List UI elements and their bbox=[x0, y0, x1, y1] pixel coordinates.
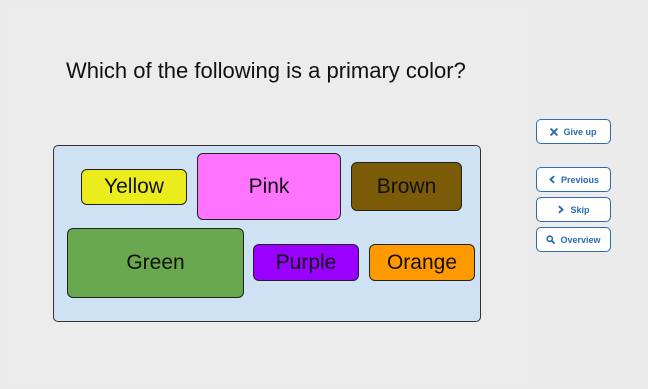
choice-brown[interactable]: Brown bbox=[351, 162, 462, 211]
skip-label: Skip bbox=[570, 204, 590, 215]
answer-choices-area: Yellow Pink Brown Green Purple Orange bbox=[53, 145, 481, 322]
close-icon bbox=[550, 127, 559, 136]
choice-orange[interactable]: Orange bbox=[369, 244, 475, 281]
chevron-right-icon bbox=[558, 205, 565, 214]
sidebar: Give up Previous Skip Overview bbox=[529, 0, 648, 389]
choice-label: Green bbox=[126, 251, 185, 274]
choice-purple[interactable]: Purple bbox=[253, 244, 359, 281]
chevron-left-icon bbox=[549, 175, 555, 184]
choice-pink[interactable]: Pink bbox=[197, 153, 341, 220]
previous-button[interactable]: Previous bbox=[536, 167, 611, 192]
previous-label: Previous bbox=[560, 174, 600, 185]
skip-button[interactable]: Skip bbox=[536, 197, 611, 222]
choice-label: Orange bbox=[386, 250, 458, 274]
choice-label: Pink bbox=[248, 174, 290, 198]
quiz-page: Which of the following is a primary colo… bbox=[0, 0, 648, 389]
choice-label: Brown bbox=[376, 174, 437, 198]
overview-button[interactable]: Overview bbox=[536, 227, 611, 252]
give-up-label: Give up bbox=[563, 126, 597, 137]
question-text: Which of the following is a primary colo… bbox=[66, 58, 466, 83]
choice-label: Purple bbox=[275, 250, 337, 274]
choice-label: Yellow bbox=[104, 175, 164, 198]
search-icon bbox=[546, 235, 556, 244]
give-up-button[interactable]: Give up bbox=[536, 119, 611, 144]
choice-yellow[interactable]: Yellow bbox=[81, 169, 187, 205]
overview-label: Overview bbox=[560, 234, 601, 245]
choice-green[interactable]: Green bbox=[67, 228, 244, 298]
